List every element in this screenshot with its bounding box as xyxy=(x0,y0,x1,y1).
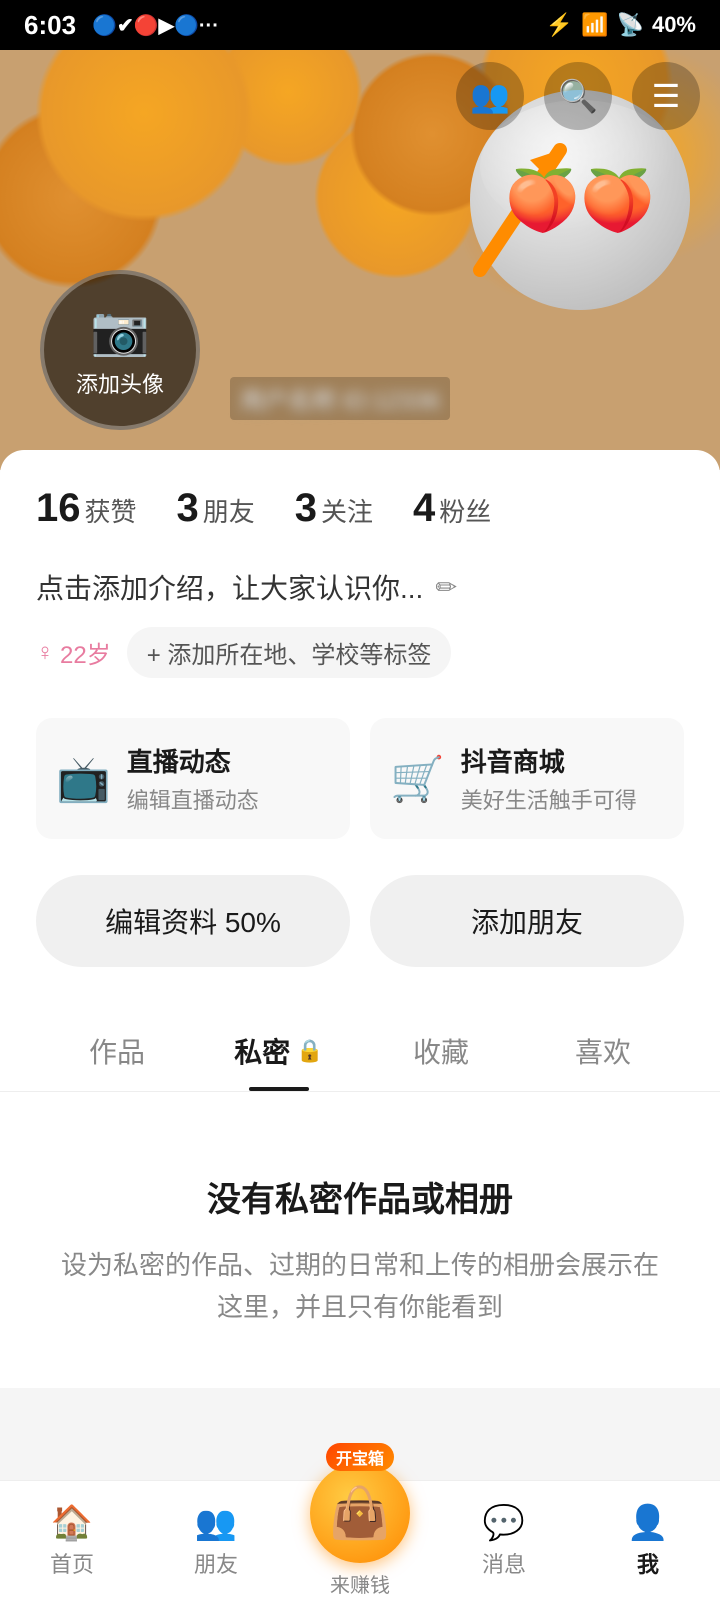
friends-button[interactable]: 👥 xyxy=(456,62,524,130)
add-tags-label: + 添加所在地、学校等标签 xyxy=(147,635,432,670)
gender-icon: ♀ xyxy=(36,639,54,667)
money-bag-icon: 👜 xyxy=(310,1463,410,1563)
following-label: 关注 xyxy=(321,492,373,529)
avatar-label: 添加头像 xyxy=(76,367,164,399)
bio-row[interactable]: 点击添加介绍，让大家认识你... ✏ xyxy=(36,567,684,607)
shop-subtitle: 美好生活触手可得 xyxy=(461,783,637,815)
nav-me[interactable]: 👤 我 xyxy=(576,1503,720,1579)
open-box-badge: 开宝箱 xyxy=(326,1443,394,1471)
avatar-circle[interactable]: 📷 添加头像 xyxy=(40,270,200,430)
header-banner: 🍑🍑 👥 🔍 ☰ 📷 添加头像 用户名称 ID:12336 xyxy=(0,50,720,470)
tab-collection[interactable]: 收藏 xyxy=(360,1007,522,1091)
shop-title: 抖音商城 xyxy=(461,742,637,779)
nav-home[interactable]: 🏠 首页 xyxy=(0,1503,144,1579)
stat-likes[interactable]: 16 获赞 xyxy=(36,486,137,531)
friends-label: 朋友 xyxy=(203,492,255,529)
avatar-area[interactable]: 📷 添加头像 xyxy=(40,270,200,430)
bottom-nav: 🏠 首页 👥 朋友 开宝箱 👜 来赚钱 💬 消息 👤 我 xyxy=(0,1480,720,1600)
stat-following[interactable]: 3 关注 xyxy=(295,486,373,531)
shop-icon: 🛒 xyxy=(390,753,445,805)
edit-profile-button[interactable]: 编辑资料 50% xyxy=(36,875,350,967)
header-icons: 👥 🔍 ☰ xyxy=(456,62,700,130)
stats-row: 16 获赞 3 朋友 3 关注 4 粉丝 xyxy=(36,486,684,531)
profile-content: 16 获赞 3 朋友 3 关注 4 粉丝 点击添加介绍，让大家认识你... ✏ … xyxy=(0,450,720,1092)
gender-tag: ♀ 22岁 xyxy=(36,635,111,670)
action-buttons: 编辑资料 50% 添加朋友 xyxy=(36,875,684,967)
nav-messages[interactable]: 💬 消息 xyxy=(432,1503,576,1579)
nav-earn-money[interactable]: 开宝箱 👜 来赚钱 xyxy=(288,1443,432,1598)
hamburger-icon: ☰ xyxy=(652,77,681,115)
live-title: 直播动态 xyxy=(127,742,259,779)
camera-icon: 📷 xyxy=(90,302,150,359)
home-label: 首页 xyxy=(50,1547,94,1579)
followers-label: 粉丝 xyxy=(439,492,491,529)
lock-icon: 🔒 xyxy=(296,1038,323,1064)
age-label: 22岁 xyxy=(60,635,111,670)
message-icon: 💬 xyxy=(483,1503,525,1543)
home-icon: 🏠 xyxy=(51,1503,93,1543)
status-bar: 6:03 🔵✔🔴▶🔵··· ⚡ 📶 📡 40% xyxy=(0,0,720,50)
empty-desc: 设为私密的作品、过期的日常和上传的相册会展示在这里，并且只有你能看到 xyxy=(60,1245,660,1328)
wifi-icon: 📶 xyxy=(581,12,608,38)
nav-friends[interactable]: 👥 朋友 xyxy=(144,1503,288,1579)
search-button[interactable]: 🔍 xyxy=(544,62,612,130)
time-display: 6:03 xyxy=(24,10,76,41)
tab-likes[interactable]: 喜欢 xyxy=(522,1007,684,1091)
tab-private[interactable]: 私密 🔒 xyxy=(198,1007,360,1091)
friends-nav-icon: 👥 xyxy=(195,1503,237,1543)
friends-nav-label: 朋友 xyxy=(194,1547,238,1579)
status-time: 6:03 🔵✔🔴▶🔵··· xyxy=(24,10,219,41)
messages-label: 消息 xyxy=(482,1547,526,1579)
empty-state: 没有私密作品或相册 设为私密的作品、过期的日常和上传的相册会展示在这里，并且只有… xyxy=(0,1092,720,1388)
add-tags-button[interactable]: + 添加所在地、学校等标签 xyxy=(127,627,452,678)
add-friend-button[interactable]: 添加朋友 xyxy=(370,875,684,967)
edit-bio-icon[interactable]: ✏ xyxy=(435,572,457,603)
likes-number: 16 xyxy=(36,486,81,531)
stat-friends[interactable]: 3 朋友 xyxy=(177,486,255,531)
feature-cards: 📺 直播动态 编辑直播动态 🛒 抖音商城 美好生活触手可得 xyxy=(36,718,684,839)
tab-works[interactable]: 作品 xyxy=(36,1007,198,1091)
signal-icon: 📡 xyxy=(617,12,644,38)
me-label: 我 xyxy=(637,1547,659,1579)
following-number: 3 xyxy=(295,486,317,531)
shop-info: 抖音商城 美好生活触手可得 xyxy=(461,742,637,815)
earn-money-label: 来赚钱 xyxy=(330,1569,390,1598)
search-icon: 🔍 xyxy=(558,77,598,115)
live-icon: 📺 xyxy=(56,753,111,805)
me-icon: 👤 xyxy=(627,1503,669,1543)
live-feature-card[interactable]: 📺 直播动态 编辑直播动态 xyxy=(36,718,350,839)
tabs-row: 作品 私密 🔒 收藏 喜欢 xyxy=(0,1007,720,1092)
live-subtitle: 编辑直播动态 xyxy=(127,783,259,815)
bluetooth-icon: ⚡ xyxy=(546,12,573,38)
live-info: 直播动态 编辑直播动态 xyxy=(127,742,259,815)
empty-title: 没有私密作品或相册 xyxy=(60,1172,660,1221)
friends-number: 3 xyxy=(177,486,199,531)
menu-button[interactable]: ☰ xyxy=(632,62,700,130)
bio-text: 点击添加介绍，让大家认识你... xyxy=(36,567,423,607)
shop-feature-card[interactable]: 🛒 抖音商城 美好生活触手可得 xyxy=(370,718,684,839)
likes-label: 获赞 xyxy=(85,492,137,529)
battery-display: 40% xyxy=(652,12,696,38)
banner-username: 用户名称 ID:12336 xyxy=(230,377,450,420)
followers-number: 4 xyxy=(413,486,435,531)
tags-row: ♀ 22岁 + 添加所在地、学校等标签 xyxy=(36,627,684,678)
friends-icon: 👥 xyxy=(470,77,510,115)
status-right: ⚡ 📶 📡 40% xyxy=(546,12,696,38)
stat-followers[interactable]: 4 粉丝 xyxy=(413,486,491,531)
